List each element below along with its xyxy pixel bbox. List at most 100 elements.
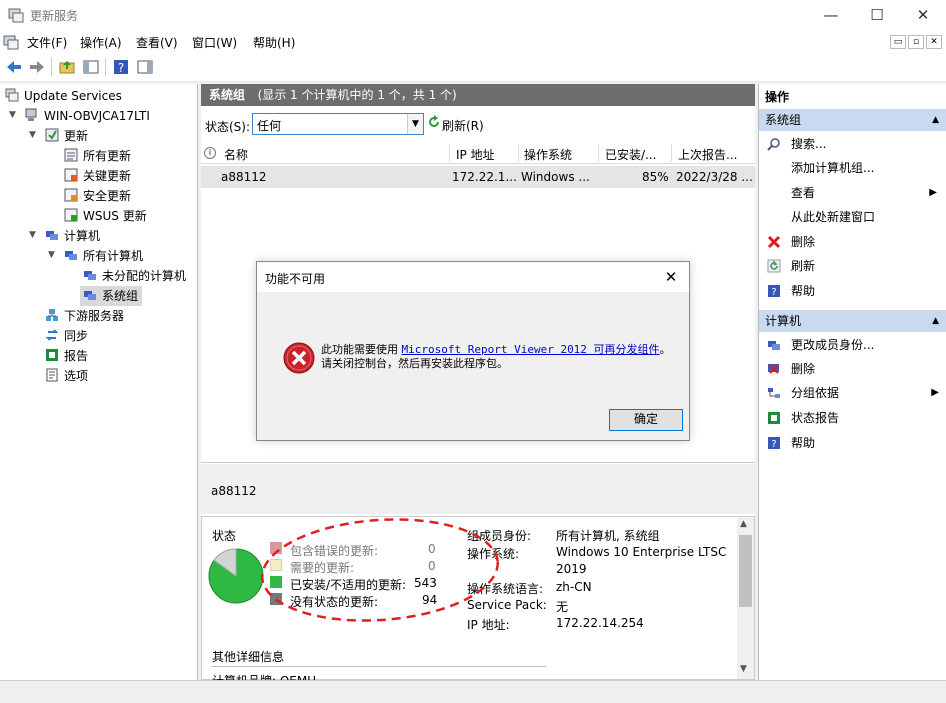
delete-icon: [767, 235, 781, 249]
status-bar: [0, 680, 946, 703]
expand-chevron-icon[interactable]: ▼: [29, 130, 36, 140]
mdi-restore-button[interactable]: ▫: [908, 35, 924, 49]
updates-list-icon: [64, 148, 78, 162]
collapse-icon[interactable]: ▲: [932, 310, 939, 332]
column-last-report[interactable]: 上次报告...: [678, 146, 737, 163]
details-scrollbar[interactable]: ▲ ▼: [737, 517, 754, 679]
column-os[interactable]: 操作系统: [524, 146, 572, 163]
action-group-by[interactable]: 分组依据 ▶: [767, 383, 939, 403]
column-separator: [518, 144, 519, 162]
column-name[interactable]: 名称: [224, 146, 248, 163]
computers-icon: [767, 338, 781, 352]
minimize-button[interactable]: —: [808, 0, 854, 30]
tree-item-update-services[interactable]: Update Services: [5, 86, 122, 106]
dialog-close-button[interactable]: ✕: [657, 266, 685, 288]
expand-chevron-icon[interactable]: ▼: [9, 110, 16, 120]
scrollbar-thumb[interactable]: [739, 535, 752, 607]
back-arrow-icon[interactable]: [5, 58, 23, 76]
action-new-window[interactable]: 从此处新建窗口: [791, 207, 875, 227]
dialog-title-bar: 功能不可用 ✕: [257, 262, 689, 292]
dialog-message-line2: 请关闭控制台，然后再安装此程序包。: [321, 357, 508, 370]
toolbar-separator: [105, 58, 106, 76]
selected-computer-header: a88112: [201, 464, 755, 514]
computers-icon: [64, 248, 78, 262]
action-view[interactable]: 查看 ▶: [791, 183, 937, 203]
options-icon: [45, 368, 59, 382]
menu-help[interactable]: 帮助(H): [253, 34, 295, 51]
security-updates-icon: [64, 188, 78, 202]
action-add-group[interactable]: 添加计算机组...: [791, 158, 874, 178]
tree-item-updates[interactable]: 更新: [45, 126, 88, 146]
scroll-up-icon[interactable]: ▲: [740, 519, 747, 529]
tree-item-reports[interactable]: 报告: [45, 346, 88, 366]
app-icon: [8, 7, 24, 23]
close-button[interactable]: ✕: [900, 0, 946, 30]
action-help[interactable]: ? 帮助: [767, 281, 815, 301]
tree-item-all-updates[interactable]: 所有更新: [64, 146, 131, 166]
filter-bar: 状态(S): 任何 ▼ 刷新(R): [201, 108, 755, 138]
action-delete[interactable]: 删除: [767, 232, 815, 252]
tree-item-options[interactable]: 选项: [45, 366, 88, 386]
mdi-minimize-button[interactable]: ▭: [890, 35, 906, 49]
action-status-report[interactable]: 状态报告: [767, 408, 839, 428]
chevron-down-icon[interactable]: ▼: [407, 114, 423, 134]
maximize-button[interactable]: ☐: [854, 0, 900, 30]
svg-text:?: ?: [771, 287, 776, 298]
report-viewer-link[interactable]: Microsoft Report Viewer 2012 可再分发组件: [402, 343, 660, 356]
help-icon[interactable]: ?: [112, 58, 130, 76]
menu-view[interactable]: 查看(V): [136, 34, 178, 51]
more-details-heading: 其他详细信息: [212, 650, 285, 664]
search-icon: [767, 137, 781, 151]
tree-item-computers[interactable]: 计算机: [45, 226, 100, 246]
tree-item-synchronizations[interactable]: 同步: [45, 326, 88, 346]
expand-chevron-icon[interactable]: ▼: [48, 250, 55, 260]
action-refresh[interactable]: 刷新: [767, 256, 815, 276]
update-services-icon: [5, 88, 19, 102]
menu-file[interactable]: 文件(F): [27, 34, 67, 51]
column-ip[interactable]: IP 地址: [456, 146, 495, 163]
expand-chevron-icon[interactable]: ▼: [29, 230, 36, 240]
column-separator: [449, 144, 450, 162]
action-help-computer[interactable]: ? 帮助: [767, 433, 815, 453]
details-panel: 状态 包含错误的更新: 0 需要的更新: 0 已安装/不适用的更新: 543 没有状态…: [201, 516, 755, 680]
actions-section-computer[interactable]: 计算机 ▲: [759, 310, 946, 332]
scroll-down-icon[interactable]: ▼: [740, 664, 747, 674]
status-filter-dropdown[interactable]: 任何 ▼: [252, 113, 424, 135]
computer-group-icon: [83, 288, 97, 302]
mdi-close-button[interactable]: ✕: [926, 35, 942, 49]
table-row[interactable]: a88112 172.22.1... Windows ... 85% 2022/…: [201, 166, 755, 188]
submenu-arrow-icon: ▶: [931, 387, 939, 398]
column-installed[interactable]: 已安装/...: [605, 146, 657, 163]
cell-installed-pct: 85%: [642, 170, 669, 184]
action-change-membership[interactable]: 更改成员身份...: [767, 335, 874, 355]
tree-item-critical-updates[interactable]: 关键更新: [64, 166, 131, 186]
show-hide-tree-icon[interactable]: [82, 58, 100, 76]
menu-action[interactable]: 操作(A): [80, 34, 122, 51]
tree-item-wsus-updates[interactable]: WSUS 更新: [64, 206, 147, 226]
menu-window[interactable]: 窗口(W): [192, 34, 237, 51]
tree-item-downstream-servers[interactable]: 下游服务器: [45, 306, 124, 326]
forward-arrow-icon[interactable]: [28, 58, 46, 76]
tree-item-system-group[interactable]: 系统组: [80, 286, 143, 306]
show-hide-action-pane-icon[interactable]: [136, 58, 154, 76]
collapse-icon[interactable]: ▲: [932, 109, 939, 131]
tree-item-server[interactable]: WIN-OBVJCA17LTI: [25, 106, 150, 126]
action-delete-computer[interactable]: 删除: [767, 359, 815, 379]
actions-section-group[interactable]: 系统组 ▲: [759, 109, 946, 131]
status-filter-value: 任何: [257, 119, 282, 133]
delete-computer-icon: [767, 362, 781, 376]
ok-button[interactable]: 确定: [609, 409, 683, 431]
up-folder-icon[interactable]: [58, 58, 76, 76]
window-title: 更新服务: [30, 9, 79, 23]
actions-title: 操作: [759, 86, 946, 108]
action-search[interactable]: 搜索...: [767, 134, 826, 154]
refresh-button[interactable]: 刷新(R): [426, 114, 484, 134]
svg-text:?: ?: [118, 61, 124, 75]
tree-item-unassigned-computers[interactable]: 未分配的计算机: [83, 266, 186, 286]
tree-item-all-computers[interactable]: 所有计算机: [64, 246, 143, 266]
tree-item-security-updates[interactable]: 安全更新: [64, 186, 131, 206]
pane-subtitle: (显示 1 个计算机中的 1 个，共 1 个): [257, 88, 457, 102]
dialog-message: 此功能需要使用 Microsoft Report Viewer 2012 可再分…: [321, 343, 671, 370]
help-icon: ?: [767, 284, 781, 298]
reports-icon: [45, 348, 59, 362]
